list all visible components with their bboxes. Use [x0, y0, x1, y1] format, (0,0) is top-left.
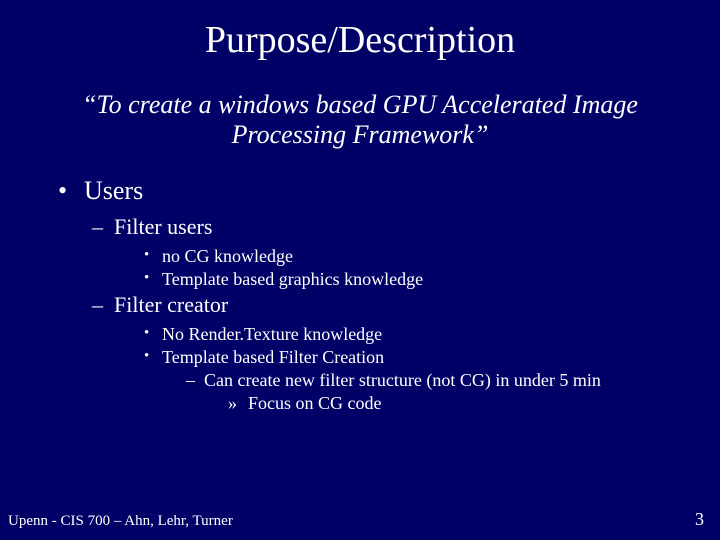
footer-text: Upenn - CIS 700 – Ahn, Lehr, Turner [8, 513, 233, 530]
page-number: 3 [695, 509, 704, 530]
bullet-filter-creator: Filter creator [92, 292, 720, 318]
slide-quote: “To create a windows based GPU Accelerat… [0, 72, 720, 162]
bullet-focus: Focus on CG code [228, 393, 720, 414]
bullet-can-create: Can create new filter structure (not CG)… [186, 370, 720, 391]
bullet-filter-users: Filter users [92, 214, 720, 240]
bullet-template-filter: Template based Filter Creation [144, 347, 720, 368]
bullet-no-render: No Render.Texture knowledge [144, 324, 720, 345]
bullet-no-cg: no CG knowledge [144, 246, 720, 267]
bullet-users: Users [58, 176, 720, 206]
bullet-template-graphics: Template based graphics knowledge [144, 269, 720, 290]
slide-body: Users Filter users no CG knowledge Templ… [0, 162, 720, 414]
slide-title: Purpose/Description [0, 0, 720, 72]
